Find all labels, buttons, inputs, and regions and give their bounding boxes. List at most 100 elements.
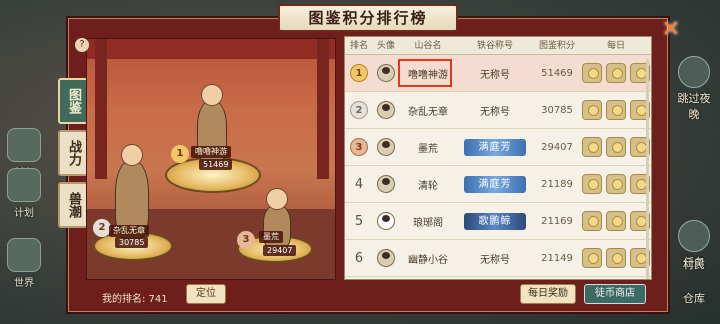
reward-icon[interactable] [582, 248, 602, 268]
warehouse-button[interactable]: 仓库 [674, 290, 714, 306]
valley-name: 杂乱无章 [408, 106, 448, 118]
podium-stage: 1 噜噜神游 51469 2 杂乱无章 30785 3 墨荒 29407 [86, 38, 336, 280]
shop-button[interactable]: 徒币商店 [584, 284, 646, 304]
title-badge: 歌鹏鲸 [464, 212, 526, 230]
second-place-score: 30785 [115, 237, 149, 248]
rank-number: 4 [354, 176, 364, 192]
table-row[interactable]: 1 噜噜神游 无称号 51469 [345, 55, 651, 92]
table-header: 排名 头像 山谷名 铁谷称号 图鉴积分 每日 [345, 37, 651, 55]
right-sidebar: 跳过夜晚 任务 村民 仓库 [668, 0, 720, 324]
tab-beast-tide[interactable]: 兽潮 [58, 182, 88, 228]
title-text: 无称号 [480, 106, 510, 118]
valley-name: 墨荒 [418, 143, 438, 155]
reward-icon[interactable] [582, 63, 602, 83]
reward-icon[interactable] [582, 211, 602, 231]
daily-rewards [581, 174, 651, 194]
silver-medal-icon: 2 [350, 101, 368, 119]
first-place-score: 51469 [199, 159, 233, 170]
skip-night-button[interactable]: 跳过夜晚 [674, 56, 714, 122]
avatar[interactable] [377, 64, 395, 82]
my-rank-text: 我的排名: 741 [102, 294, 168, 305]
table-row[interactable]: 3 墨荒 满庭芳 29407 [345, 129, 651, 166]
avatar[interactable] [377, 249, 395, 267]
rank-number: 6 [354, 250, 364, 266]
second-place-name: 杂乱无章 [109, 225, 149, 237]
third-place-name: 墨荒 [259, 231, 283, 243]
table-row[interactable]: 5 琅琊阁 歌鹏鲸 21169 [345, 203, 651, 240]
title-text: 无称号 [480, 254, 510, 266]
reward-icon[interactable] [606, 248, 626, 268]
third-place-medal: 3 [237, 231, 255, 249]
avatar[interactable] [377, 101, 395, 119]
valley-name: 琅琊阁 [413, 217, 443, 229]
valley-name: 清轮 [418, 180, 438, 192]
reward-icon[interactable] [582, 174, 602, 194]
stage-curtain [87, 39, 335, 59]
table-row[interactable]: 4 清轮 满庭芳 21189 [345, 166, 651, 203]
daily-rewards [581, 248, 651, 268]
reward-icon[interactable] [606, 63, 626, 83]
scroll-icon [7, 128, 41, 162]
character-head [201, 84, 223, 106]
score-value: 51469 [541, 67, 573, 79]
task-icon [678, 220, 710, 252]
villager-button[interactable]: 村民 [674, 256, 714, 272]
score-value: 21169 [541, 215, 573, 227]
character-head [266, 188, 288, 210]
help-icon[interactable]: ? [75, 38, 89, 52]
first-place-medal: 1 [171, 145, 189, 163]
first-place-name: 噜噜神游 [191, 146, 231, 158]
bronze-medal-icon: 3 [350, 138, 368, 156]
daily-rewards [581, 63, 651, 83]
avatar[interactable] [377, 175, 395, 193]
daily-rewards [581, 137, 651, 157]
header-score: 图鉴积分 [538, 41, 575, 51]
header-avatar: 头像 [376, 41, 395, 51]
moon-icon [678, 56, 710, 88]
third-place-score: 29407 [263, 245, 297, 256]
reward-icon[interactable] [606, 100, 626, 120]
score-value: 30785 [541, 104, 573, 116]
left-item-plan[interactable]: 计划 [4, 168, 44, 219]
table-row[interactable]: 6 幽静小谷 无称号 21149 [345, 240, 651, 277]
world-icon [7, 238, 41, 272]
avatar[interactable] [377, 138, 395, 156]
daily-reward-button[interactable]: 每日奖励 [520, 284, 576, 304]
stage-pillar [95, 39, 107, 179]
reward-icon[interactable] [606, 174, 626, 194]
reward-icon[interactable] [606, 137, 626, 157]
valley-name: 幽静小谷 [408, 254, 448, 266]
left-sidebar: 任务 计划 世界 [0, 0, 48, 324]
title-badge: 满庭芳 [464, 138, 526, 156]
rank-number: 5 [354, 213, 364, 229]
plan-icon [7, 168, 41, 202]
header-daily: 每日 [606, 41, 625, 51]
close-icon[interactable]: ✕ [660, 19, 682, 42]
reward-icon[interactable] [582, 137, 602, 157]
score-value: 21149 [541, 252, 573, 264]
reward-icon[interactable] [606, 211, 626, 231]
table-scrollbar[interactable] [646, 59, 649, 279]
left-item-world[interactable]: 世界 [4, 238, 44, 289]
score-value: 21189 [541, 178, 573, 190]
tab-power[interactable]: 战力 [58, 130, 88, 176]
leaderboard-table: 排名 头像 山谷名 铁谷称号 图鉴积分 每日 1 噜噜神游 无称号 51469 … [344, 36, 652, 280]
avatar[interactable] [377, 212, 395, 230]
gold-medal-icon: 1 [350, 64, 368, 82]
highlight-box [398, 59, 452, 87]
header-valley: 山谷名 [414, 41, 442, 51]
window-title: 图鉴积分排行榜 [278, 4, 458, 32]
score-value: 29407 [541, 141, 573, 153]
leaderboard-window: 图鉴积分排行榜 图鉴 战力 兽潮 1 噜噜神游 51469 2 杂乱无章 307… [58, 4, 670, 314]
character-head [121, 144, 143, 166]
header-title: 铁谷称号 [476, 41, 513, 51]
locate-button[interactable]: 定位 [186, 284, 226, 304]
daily-rewards [581, 211, 651, 231]
title-badge: 满庭芳 [464, 175, 526, 193]
tab-codex[interactable]: 图鉴 [58, 78, 88, 124]
header-rank: 排名 [349, 41, 368, 51]
daily-rewards [581, 100, 651, 120]
reward-icon[interactable] [582, 100, 602, 120]
table-row[interactable]: 2 杂乱无章 无称号 30785 [345, 92, 651, 129]
title-text: 无称号 [480, 69, 510, 81]
